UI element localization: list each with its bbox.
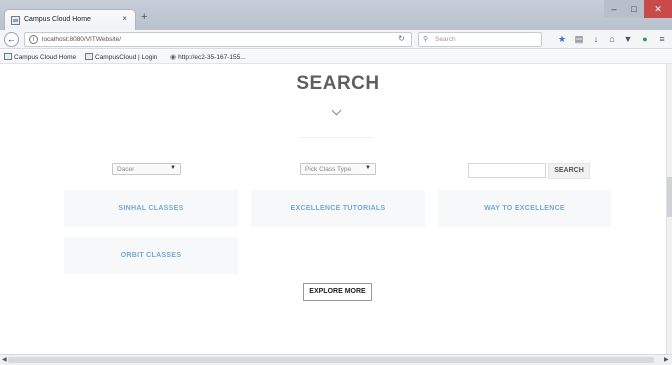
vertical-scrollbar[interactable] [666, 64, 672, 354]
maximize-button[interactable]: □ [624, 0, 644, 18]
scroll-left-icon[interactable]: ◀ [2, 356, 7, 363]
tab-close-icon[interactable]: × [122, 14, 127, 23]
address-url: localhost:8080/VITWebsite/ [42, 36, 122, 43]
download-icon[interactable]: ↓ [590, 33, 602, 45]
scroll-right-icon[interactable]: ▶ [664, 356, 669, 363]
search-icon: ⚲ [423, 36, 429, 43]
title-bar: Campus Cloud Home × + – □ ✕ [0, 0, 672, 31]
class-card[interactable]: EXCELLENCE TUTORIALS [251, 190, 425, 227]
district-select[interactable]: Dacer ▼ [112, 163, 181, 175]
class-type-select[interactable]: Pick Class Type ▼ [300, 163, 376, 175]
browser-tab[interactable]: Campus Cloud Home × [4, 9, 136, 31]
bookmark-item[interactable]: Campus Cloud Home [4, 53, 76, 61]
reading-list-icon[interactable]: ▤ [573, 33, 585, 45]
menu-icon[interactable]: ≡ [656, 33, 668, 45]
horizontal-scrollbar[interactable]: ◀ ▶ [0, 354, 672, 365]
class-card[interactable]: WAY TO EXCELLENCE [438, 190, 611, 227]
bookmark-star-icon[interactable]: ★ [556, 33, 568, 45]
page-title: SEARCH [296, 73, 380, 94]
class-card[interactable]: ORBIT CLASSES [64, 237, 238, 274]
search-input[interactable] [468, 163, 546, 178]
divider [300, 137, 374, 138]
chevron-down-icon[interactable] [331, 107, 343, 119]
search-placeholder: Search [435, 36, 456, 43]
bookmark-item[interactable]: CampusCloud | Login [85, 53, 157, 61]
back-arrow-icon[interactable]: ← [4, 32, 19, 47]
dropdown-arrow-icon: ▼ [365, 165, 371, 171]
navigation-bar: ← i localhost:8080/VITWebsite/ ↻ ⚲ Searc… [0, 30, 672, 49]
window-close-button[interactable]: ✕ [644, 0, 672, 18]
tab-title: Campus Cloud Home [24, 16, 91, 23]
page-content: SEARCH Dacer ▼ Pick Class Type ▼ SEARCH … [0, 65, 666, 354]
explore-more-button[interactable]: EXPLORE MORE [303, 283, 372, 301]
home-icon[interactable]: ⌂ [606, 33, 618, 45]
district-select-value: Dacer [117, 166, 135, 173]
address-bar[interactable]: i localhost:8080/VITWebsite/ ↻ [24, 32, 412, 47]
minimize-button[interactable]: – [604, 0, 624, 18]
bookmark-item[interactable]: ◉ http://ec2-35-167-155... [170, 53, 246, 61]
globe-icon: ◉ [170, 54, 177, 61]
bookmarks-bar: Campus Cloud Home CampusCloud | Login ◉ h… [0, 50, 672, 64]
dropdown-arrow-icon: ▼ [170, 165, 176, 171]
page-favicon-icon [11, 16, 20, 25]
new-tab-icon[interactable]: + [141, 11, 147, 23]
info-icon[interactable]: i [29, 35, 38, 44]
search-button[interactable]: SEARCH [548, 163, 590, 179]
browser-search-input[interactable]: ⚲ Search [418, 32, 542, 47]
scrollbar-thumb[interactable] [667, 177, 672, 217]
page-icon [4, 53, 12, 60]
pocket-icon[interactable]: ▼ [622, 33, 634, 45]
class-card[interactable]: SINHAL CLASSES [64, 190, 238, 227]
class-type-select-value: Pick Class Type [305, 166, 352, 173]
extension-icon[interactable]: ● [639, 33, 651, 45]
reload-icon[interactable]: ↻ [398, 34, 405, 43]
browser-window: Campus Cloud Home × + – □ ✕ ← i localhos… [0, 0, 672, 365]
scrollbar-thumb[interactable] [8, 357, 654, 363]
page-icon [85, 53, 93, 60]
